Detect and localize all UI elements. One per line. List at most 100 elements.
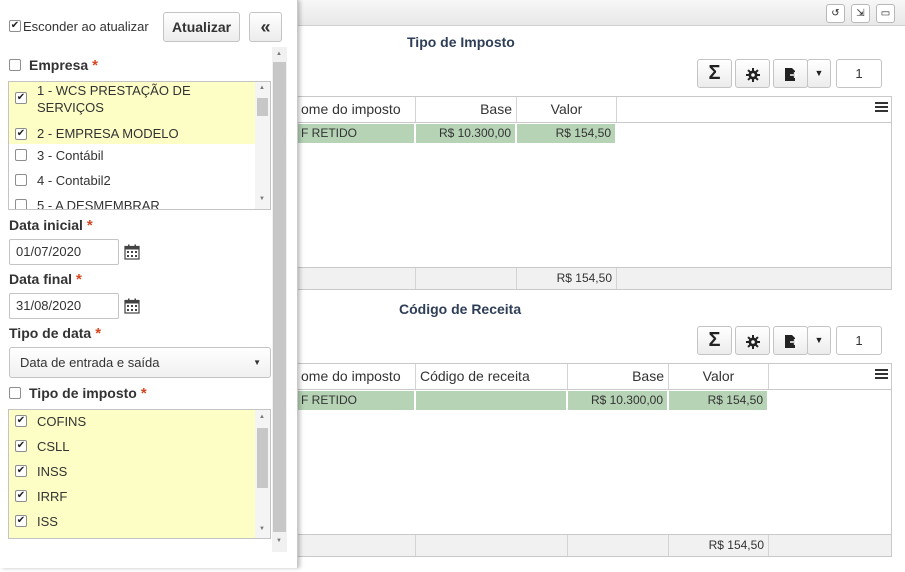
col-header-valor[interactable]: Valor	[517, 97, 617, 122]
list-item[interactable]: 4 - Contabil2	[9, 169, 255, 194]
tipo-imposto-label-text: Tipo de imposto	[29, 385, 137, 401]
list-item[interactable]: ✔ 2 - EMPRESA MODELO	[9, 124, 255, 144]
col-header-codigo[interactable]: Código de receita	[416, 364, 568, 389]
scroll-down-icon[interactable]: ▼	[259, 196, 265, 202]
scroll-up-icon[interactable]: ▲	[276, 51, 282, 57]
list-item[interactable]: ✔ COFINS	[9, 410, 255, 435]
scroll-up-icon[interactable]: ▲	[259, 414, 265, 420]
data-final-input[interactable]: 31/08/2020	[9, 293, 119, 319]
cell-nome: F RETIDO	[297, 391, 416, 410]
codigo-receita-grid: ome do imposto Código de receita Base Va…	[296, 363, 892, 557]
col-header-base[interactable]: Base	[568, 364, 669, 389]
list-item[interactable]: ✔ CSLL	[9, 435, 255, 460]
tipo-imposto-item-label: ISS	[37, 514, 58, 529]
settings-button[interactable]	[735, 326, 770, 355]
list-item[interactable]: ✔ INSS	[9, 460, 255, 485]
tipo-imposto-item-checkbox[interactable]: ✔	[15, 415, 27, 427]
empresa-list-scrollbar[interactable]: ▲ ▼	[255, 82, 270, 209]
tipo-imposto-item-checkbox[interactable]: ✔	[15, 515, 27, 527]
footer-empty	[416, 268, 517, 289]
cell-nome: F RETIDO	[297, 124, 416, 143]
empresa-item-checkbox[interactable]: ✔	[15, 92, 27, 104]
gear-icon	[745, 334, 760, 349]
col-header-nome[interactable]: ome do imposto	[297, 364, 416, 389]
cell-valor: R$ 154,50	[669, 391, 769, 410]
column-menu-icon[interactable]	[875, 102, 888, 114]
chevron-down-icon: ▼	[253, 358, 261, 367]
tipo-imposto-item-checkbox[interactable]: ✔	[15, 490, 27, 502]
footer-empty	[568, 535, 669, 556]
data-final-label: Data final *	[9, 271, 82, 288]
tipo-imposto-select-all-checkbox[interactable]	[9, 387, 21, 399]
sum-button[interactable]: Σ	[697, 59, 732, 88]
data-inicial-label: Data inicial *	[9, 217, 93, 234]
empresa-item-checkbox[interactable]	[15, 149, 27, 161]
empresa-item-label: 5 - A DESMEMBRAR	[37, 198, 160, 210]
tipo-imposto-item-label: IRRF	[37, 489, 68, 504]
calendar-icon[interactable]	[124, 244, 140, 260]
required-mark: *	[95, 325, 102, 342]
tipo-imposto-list: ✔ COFINS ✔ CSLL ✔ INSS ✔ IRRF ✔ ISS ▲ ▼	[8, 409, 271, 539]
calendar-icon[interactable]	[124, 298, 140, 314]
list-item[interactable]: ✔ ISS	[9, 510, 255, 535]
scrollbar-thumb[interactable]	[257, 98, 268, 116]
collapse-panel-button[interactable]: «	[249, 12, 282, 42]
chevron-down-icon: ▼	[814, 68, 824, 78]
scroll-down-icon[interactable]: ▼	[276, 538, 282, 544]
tipo-imposto-item-checkbox[interactable]: ✔	[15, 440, 27, 452]
col-header-nome[interactable]: ome do imposto	[297, 97, 416, 122]
scroll-up-icon[interactable]: ▲	[259, 85, 265, 91]
footer-empty	[297, 268, 416, 289]
scrollbar-thumb[interactable]	[273, 62, 286, 532]
main-content: ↺ ⇲ ▭ Tipo de Imposto Σ ▼ 1 ome do impos…	[296, 0, 905, 572]
double-chevron-left-icon: «	[260, 17, 271, 37]
column-menu-icon[interactable]	[875, 369, 888, 381]
settings-button[interactable]	[735, 59, 770, 88]
panel-scrollbar[interactable]: ▲ ▼	[272, 47, 287, 552]
export-dropdown-button[interactable]: ▼	[807, 59, 831, 88]
page-number-input[interactable]: 1	[836, 326, 882, 355]
col-header-base[interactable]: Base	[416, 97, 517, 122]
scroll-down-icon[interactable]: ▼	[259, 526, 265, 532]
data-inicial-input[interactable]: 01/07/2020	[9, 239, 119, 265]
export-button[interactable]	[773, 326, 808, 355]
list-item[interactable]: ✔ 1 - WCS PRESTAÇÃO DE SERVIÇOS	[9, 82, 255, 124]
empresa-item-checkbox[interactable]	[15, 199, 27, 209]
tipo-data-select[interactable]: Data de entrada e saída ▼	[9, 347, 271, 378]
data-inicial-label-text: Data inicial	[9, 217, 83, 233]
maximize-icon[interactable]: ▭	[876, 4, 895, 23]
empresa-item-checkbox[interactable]: ✔	[15, 128, 27, 140]
tipo-imposto-grid: ome do imposto Base Valor F RETIDO R$ 10…	[296, 96, 892, 290]
export-dropdown-button[interactable]: ▼	[807, 326, 831, 355]
list-item[interactable]: 3 - Contábil	[9, 144, 255, 169]
cell-valor: R$ 154,50	[517, 124, 617, 143]
hide-on-update-label: Esconder ao atualizar	[23, 19, 149, 34]
list-item[interactable]: 5 - A DESMEMBRAR	[9, 194, 255, 210]
hide-on-update-checkbox[interactable]: ✔	[9, 20, 21, 32]
tipo-imposto-list-scrollbar[interactable]: ▲ ▼	[255, 410, 270, 538]
tipo-data-label-text: Tipo de data	[9, 325, 92, 341]
required-mark: *	[76, 271, 82, 288]
tipo-imposto-item-checkbox[interactable]: ✔	[15, 465, 27, 477]
empresa-select-all-checkbox[interactable]	[9, 59, 21, 71]
restore-icon[interactable]: ↺	[826, 4, 845, 23]
codigo-receita-title: Código de Receita	[399, 301, 522, 317]
grid-footer: R$ 154,50	[297, 267, 891, 289]
empresa-list: ✔ 1 - WCS PRESTAÇÃO DE SERVIÇOS ✔ 2 - EM…	[8, 81, 271, 210]
scrollbar-thumb[interactable]	[257, 428, 268, 488]
col-header-valor[interactable]: Valor	[669, 364, 769, 389]
empresa-item-checkbox[interactable]	[15, 174, 27, 186]
empresa-item-label: 3 - Contábil	[37, 148, 104, 163]
table-row[interactable]: F RETIDO R$ 10.300,00 R$ 154,50	[297, 391, 891, 410]
cell-base: R$ 10.300,00	[568, 391, 669, 410]
page-number-input[interactable]: 1	[836, 59, 882, 88]
export-button[interactable]	[773, 59, 808, 88]
tipo-data-label: Tipo de data *	[9, 325, 101, 342]
table-row[interactable]: F RETIDO R$ 10.300,00 R$ 154,50	[297, 124, 891, 143]
empresa-item-label: 4 - Contabil2	[37, 173, 111, 188]
update-button[interactable]: Atualizar	[163, 12, 240, 42]
popout-icon[interactable]: ⇲	[851, 4, 870, 23]
sum-button[interactable]: Σ	[697, 326, 732, 355]
list-item[interactable]: ✔ IRRF	[9, 485, 255, 510]
empresa-label: Empresa *	[29, 57, 98, 74]
